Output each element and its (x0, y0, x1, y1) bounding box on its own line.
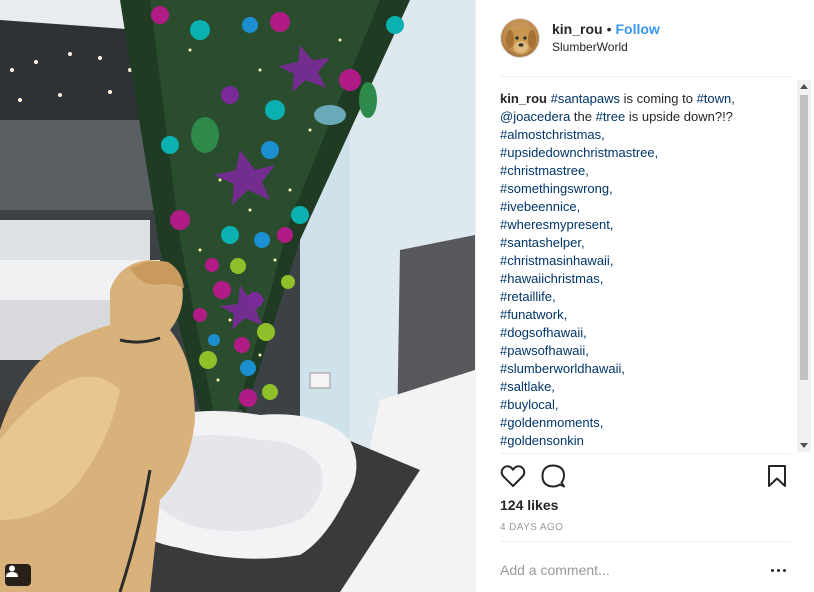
like-count-number: 124 (500, 497, 524, 513)
caption-hashtag-link[interactable]: #saltlake, (500, 378, 770, 396)
caption-username[interactable]: kin_rou (500, 91, 547, 106)
comment-button[interactable] (540, 462, 566, 490)
caption-text: the (570, 109, 596, 124)
caption-hashtag-link[interactable]: #christmastree, (500, 162, 770, 180)
action-bar (500, 462, 790, 490)
caption-hashtag-link[interactable]: #dogsofhawaii, (500, 324, 770, 342)
user-row: kin_rou • Follow (552, 20, 660, 38)
more-options-button[interactable] (766, 560, 790, 580)
caption-hashtag-link[interactable]: #slumberworldhawaii, (500, 360, 770, 378)
avatar[interactable] (500, 18, 540, 58)
comment-input[interactable] (500, 556, 750, 584)
caption-hashtag-link[interactable]: #ivebeennice, (500, 198, 770, 216)
caption-container: kin_rou #santapaws is coming to #town, @… (500, 80, 790, 452)
caption-hashtag-link[interactable]: #santashelper, (500, 234, 770, 252)
post-timestamp[interactable]: 4 DAYS AGO (500, 522, 563, 533)
comment-bar (500, 556, 790, 584)
save-button[interactable] (764, 462, 790, 490)
caption-hashtag-link[interactable]: #tree (596, 109, 626, 124)
divider (500, 541, 790, 542)
comment-icon (541, 464, 565, 488)
caption-scrollbar[interactable] (797, 80, 811, 452)
caption-hashtag-link[interactable]: #almostchristmas, (500, 126, 770, 144)
caption-hashtag-link[interactable]: #goldenmoments, (500, 414, 770, 432)
post-photo[interactable] (0, 0, 475, 592)
caption-text: is upside down?!? (625, 109, 733, 124)
caption-hashtag-link[interactable]: #funatwork, (500, 306, 770, 324)
user-tag-icon[interactable] (5, 564, 31, 586)
caption-hashtag-link[interactable]: #buylocal, (500, 396, 770, 414)
post-header: kin_rou • Follow SlumberWorld (500, 16, 790, 60)
separator-dot: • (606, 21, 612, 37)
caption-hashtag-link[interactable]: #christmasinhawaii, (500, 252, 770, 270)
location-link[interactable]: SlumberWorld (552, 38, 660, 56)
caption-text: is coming to (619, 91, 697, 106)
caption-hashtag-link[interactable]: #somethingswrong, (500, 180, 770, 198)
follow-button[interactable]: Follow (615, 20, 659, 38)
caption: kin_rou #santapaws is coming to #town, @… (500, 80, 770, 450)
caption-hashtag-link[interactable]: #retaillife, (500, 288, 770, 306)
like-count[interactable]: 124 likes (500, 497, 558, 513)
caption-hashtag-link[interactable]: #town (697, 91, 732, 106)
bookmark-icon (768, 465, 786, 487)
caption-hashtag-link[interactable]: #santapaws (551, 91, 620, 106)
caption-hashtag-link[interactable]: #pawsofhawaii, (500, 342, 770, 360)
caption-hashtag-link[interactable]: #hawaiichristmas, (500, 270, 770, 288)
scroll-thumb[interactable] (800, 95, 808, 380)
heart-icon (500, 465, 526, 487)
like-count-label: likes (523, 497, 559, 513)
header-text: kin_rou • Follow SlumberWorld (552, 20, 660, 56)
caption-text: , (731, 91, 735, 106)
like-button[interactable] (500, 462, 526, 490)
username-link[interactable]: kin_rou (552, 20, 603, 38)
scroll-up-arrow-icon[interactable] (800, 84, 808, 89)
divider (500, 453, 790, 454)
caption-hashtag-link[interactable]: #upsidedownchristmastree, (500, 144, 770, 162)
divider (500, 76, 790, 77)
caption-hashtag-link[interactable]: #goldensonkin (500, 432, 770, 450)
scroll-down-arrow-icon[interactable] (800, 443, 808, 448)
post-sidebar: kin_rou • Follow SlumberWorld kin_rou #s… (475, 0, 814, 592)
caption-hashtag-link[interactable]: @joacedera (500, 109, 570, 124)
photo-artwork (0, 0, 475, 592)
caption-hashtag-link[interactable]: #wheresmypresent, (500, 216, 770, 234)
